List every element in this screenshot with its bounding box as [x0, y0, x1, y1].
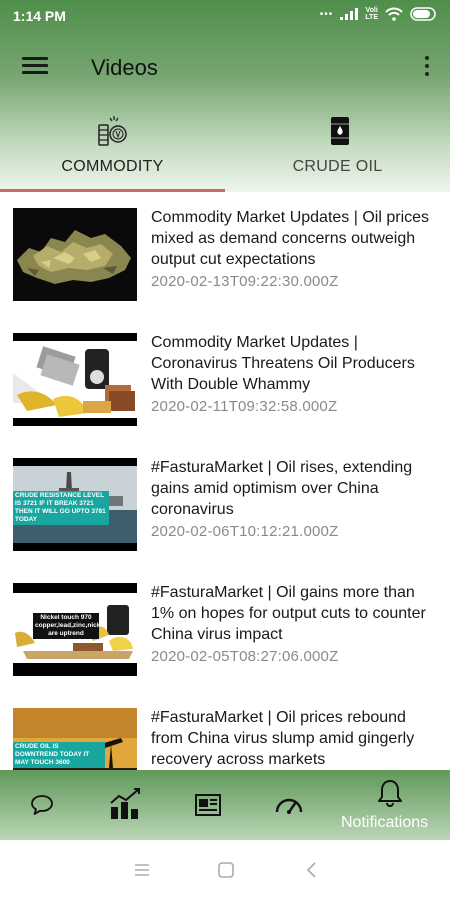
app-header: 1:14 PM ••• Voli LTE Videos COMMODITY CR…: [0, 0, 450, 192]
video-date: 2020-02-05T08:27:06.000Z: [151, 648, 339, 665]
system-navigation-bar: [0, 840, 450, 900]
nav-speedometer[interactable]: [262, 770, 318, 840]
network-type-badge: Voli LTE: [365, 7, 378, 21]
back-icon[interactable]: [302, 860, 322, 880]
status-icons: ••• Voli LTE: [320, 7, 438, 21]
status-bar: 1:14 PM ••• Voli LTE: [0, 0, 450, 34]
nav-charts[interactable]: [98, 770, 154, 840]
tab-crude-oil[interactable]: CRUDE OIL: [225, 108, 450, 192]
nav-news[interactable]: [180, 770, 236, 840]
bell-icon: [378, 780, 402, 808]
video-date: 2020-02-06T10:12:21.000Z: [151, 523, 339, 540]
video-list-item[interactable]: CRUDE OIL IS DOWNTREND TODAY IT MAY TOUC…: [0, 692, 450, 770]
commodity-coins-icon: [98, 116, 127, 146]
video-date: 2020-02-13T09:22:30.000Z: [151, 273, 339, 290]
newspaper-icon: [195, 794, 221, 816]
video-title: #FasturaMarket | Oil gains more than 1% …: [151, 584, 426, 643]
video-date: 2020-02-11T09:32:58.000Z: [151, 398, 338, 415]
video-list-item[interactable]: Commodity Market Updates | Coronavirus T…: [0, 317, 450, 442]
oil-barrel-icon: [331, 117, 349, 145]
wifi-icon: [385, 7, 403, 21]
thumbnail-overlay-text: Nickel touch 970 copper,lead,zinc,nickel…: [33, 613, 106, 639]
video-thumbnail: [13, 333, 137, 426]
nav-label: Notifications: [341, 814, 429, 831]
video-title: Commodity Market Updates | Coronavirus T…: [151, 334, 415, 393]
home-icon[interactable]: [216, 860, 236, 880]
video-thumbnail: [13, 208, 137, 301]
video-title: #FasturaMarket | Oil prices rebound from…: [151, 709, 415, 768]
page-title: Videos: [91, 55, 158, 80]
battery-icon: [410, 7, 436, 21]
video-list[interactable]: Commodity Market Updates | Oil prices mi…: [0, 192, 450, 770]
tab-label: COMMODITY: [61, 158, 164, 175]
video-thumbnail: CRUDE RESISTANCE LEVEL IS 3721 IF IT BRE…: [13, 458, 137, 551]
nav-chat[interactable]: [14, 770, 70, 840]
hamburger-menu-icon[interactable]: [22, 54, 48, 80]
video-list-item[interactable]: Nickel touch 970 copper,lead,zinc,nickel…: [0, 567, 450, 692]
signal-icon: [340, 8, 359, 20]
toolbar: Videos: [0, 42, 450, 92]
more-vertical-icon[interactable]: [422, 54, 432, 80]
video-list-item[interactable]: CRUDE RESISTANCE LEVEL IS 3721 IF IT BRE…: [0, 442, 450, 567]
video-thumbnail: Nickel touch 970 copper,lead,zinc,nickel…: [13, 583, 137, 676]
thumbnail-overlay-text: CRUDE RESISTANCE LEVEL IS 3721 IF IT BRE…: [13, 491, 109, 525]
video-title: Commodity Market Updates | Oil prices mi…: [151, 209, 430, 268]
tab-commodity[interactable]: COMMODITY: [0, 108, 225, 192]
bottom-navigation: Notifications: [0, 770, 450, 840]
notification-dots-icon: •••: [319, 8, 334, 20]
tab-label: CRUDE OIL: [292, 158, 383, 175]
speedometer-icon: [275, 798, 303, 814]
thumbnail-overlay-text: CRUDE OIL IS DOWNTREND TODAY IT MAY TOUC…: [13, 742, 105, 768]
chat-bubble-icon: [31, 795, 53, 815]
video-title: #FasturaMarket | Oil rises, extending ga…: [151, 459, 413, 518]
video-list-item[interactable]: Commodity Market Updates | Oil prices mi…: [0, 192, 450, 317]
tab-bar: COMMODITY CRUDE OIL: [0, 108, 450, 192]
recents-icon[interactable]: [132, 860, 152, 880]
video-thumbnail: CRUDE OIL IS DOWNTREND TODAY IT MAY TOUC…: [13, 708, 137, 770]
nav-notifications[interactable]: Notifications: [336, 770, 450, 840]
status-time: 1:14 PM: [13, 8, 66, 24]
bar-chart-icon: [110, 788, 140, 819]
